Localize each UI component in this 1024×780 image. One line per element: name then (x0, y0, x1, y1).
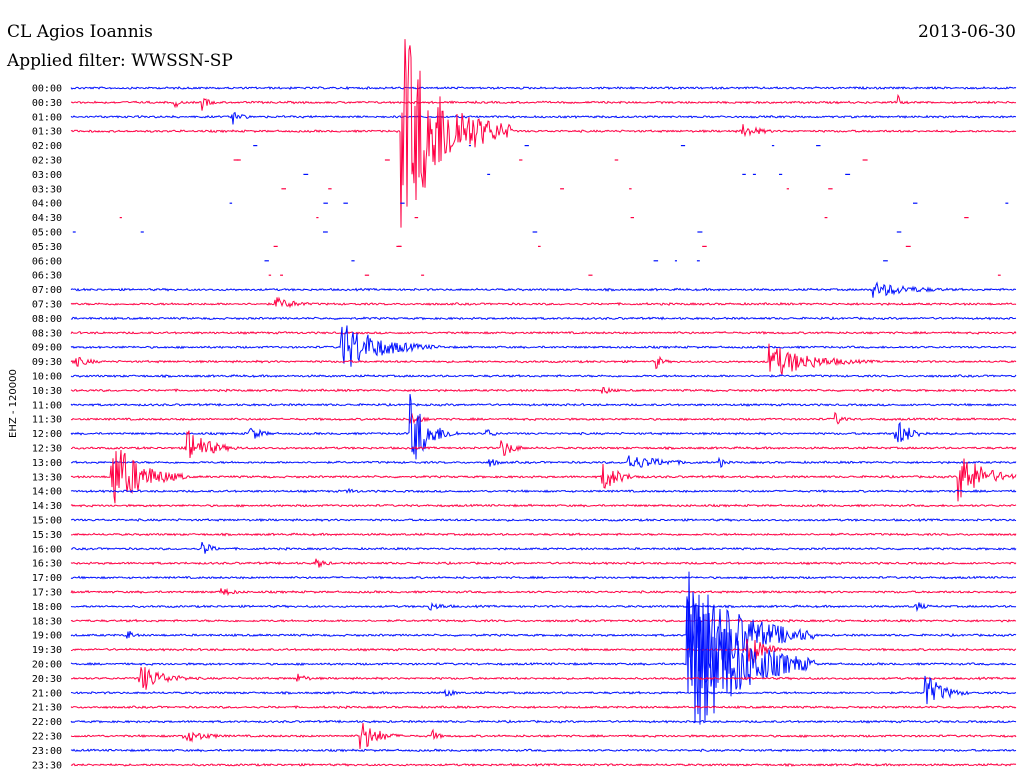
trace-line (70, 541, 1017, 554)
time-label: 17:00 (32, 573, 62, 584)
time-label: 04:00 (32, 199, 62, 210)
trace-line (70, 411, 1017, 425)
time-label: 19:00 (32, 631, 62, 642)
trace-line (70, 675, 1017, 705)
trace-line (70, 281, 1017, 298)
time-label: 02:30 (32, 156, 62, 167)
trace-line (70, 705, 1017, 710)
time-label: 20:30 (32, 674, 62, 685)
time-label: 23:30 (32, 760, 62, 771)
trace-line (70, 487, 1017, 494)
trace-line (71, 667, 1017, 690)
time-label: 10:30 (32, 386, 62, 397)
time-label: 18:30 (32, 616, 62, 627)
trace-line (70, 748, 1017, 753)
trace-line (70, 722, 1017, 750)
time-labels: 00:00 00:30 01:00 01:30 02:00 02:30 03:00 03:30… (32, 84, 62, 772)
time-label: 07:30 (32, 300, 62, 311)
trace-line (70, 111, 1017, 125)
trace-line (70, 402, 1017, 407)
traces (70, 39, 1017, 768)
time-label: 00:00 (32, 84, 62, 95)
time-label: 03:00 (32, 170, 62, 181)
trace-line (70, 85, 1017, 91)
time-label: 17:30 (32, 588, 62, 599)
trace-line (70, 719, 1017, 724)
trace-line (70, 638, 1017, 664)
time-label: 05:30 (32, 242, 62, 253)
time-label: 06:00 (32, 256, 62, 267)
trace-line (70, 503, 1017, 508)
time-label: 20:00 (32, 660, 62, 671)
time-label: 13:30 (32, 472, 62, 483)
trace-line (70, 618, 1017, 623)
trace-line (70, 373, 1017, 379)
trace-line (70, 386, 1017, 394)
time-label: 12:00 (32, 429, 62, 440)
time-label: 16:00 (32, 544, 62, 555)
time-label: 02:00 (32, 141, 62, 152)
trace-line (70, 296, 1017, 309)
trace-line (70, 343, 1017, 375)
trace-line (71, 455, 1017, 469)
time-label: 09:30 (32, 357, 62, 368)
time-label: 07:00 (32, 285, 62, 296)
time-label: 03:30 (32, 184, 62, 195)
time-label: 16:30 (32, 559, 62, 570)
time-label: 01:00 (32, 112, 62, 123)
trace-line (71, 532, 1017, 537)
time-label: 00:30 (32, 98, 62, 109)
time-label: 13:00 (32, 458, 62, 469)
time-label: 18:00 (32, 602, 62, 613)
trace-line (70, 316, 1017, 321)
time-label: 23:00 (32, 746, 62, 757)
time-label: 15:30 (32, 530, 62, 541)
time-label: 11:00 (32, 400, 62, 411)
time-label: 08:30 (32, 328, 62, 339)
time-label: 05:00 (32, 228, 62, 239)
time-label: 19:30 (32, 645, 62, 656)
time-label: 01:30 (32, 127, 62, 138)
trace-line (70, 602, 1017, 613)
time-label: 15:00 (32, 516, 62, 527)
time-label: 08:00 (32, 314, 62, 325)
time-label: 12:30 (32, 444, 62, 455)
trace-line (70, 39, 1017, 228)
trace-line (70, 558, 1017, 568)
seismogram-screen: CL Agios Ioannis 2013-06-30 Applied filt… (0, 0, 1024, 780)
time-label: 09:00 (32, 343, 62, 354)
trace-line (70, 571, 1017, 694)
time-label: 14:30 (32, 501, 62, 512)
trace-line (70, 575, 1017, 580)
time-label: 10:00 (32, 372, 62, 383)
trace-line (70, 330, 1017, 335)
trace-line (70, 449, 1017, 504)
trace-line (70, 591, 1017, 725)
trace-line (70, 587, 1017, 597)
time-label: 21:00 (32, 688, 62, 699)
time-label: 22:00 (32, 717, 62, 728)
time-label: 06:30 (32, 271, 62, 282)
helicorder-plot: 00:00 00:30 01:00 01:30 02:00 02:30 03:00 03:30… (32, 39, 1017, 772)
time-label: 04:30 (32, 213, 62, 224)
trace-line (70, 93, 1017, 111)
trace-line (70, 762, 1017, 768)
time-label: 11:30 (32, 415, 62, 426)
trace-line (71, 517, 1017, 523)
time-label: 22:30 (32, 732, 62, 743)
time-label: 14:00 (32, 487, 62, 498)
time-label: 21:30 (32, 703, 62, 714)
